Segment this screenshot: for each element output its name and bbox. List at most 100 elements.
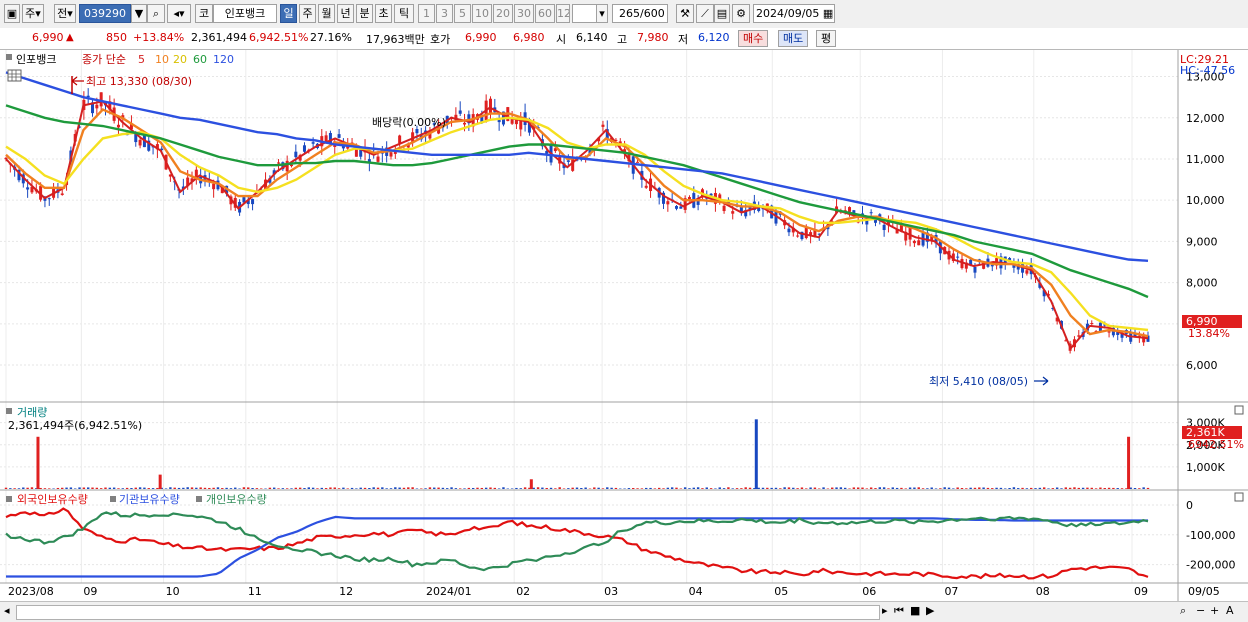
volume-bar — [9, 488, 11, 489]
volume-bar — [1060, 488, 1062, 489]
chevron-down-icon[interactable]: ▾ — [596, 4, 608, 23]
volume-bar — [1104, 488, 1106, 489]
stop-icon[interactable]: ■ — [910, 604, 920, 617]
volume-bar — [78, 487, 80, 489]
interval-120[interactable]: 120 — [556, 4, 570, 23]
stock-code-input[interactable]: 039290 — [79, 4, 131, 23]
sound-icon[interactable]: ◂▾ — [167, 4, 191, 23]
volume-bar — [368, 488, 370, 489]
x-tick-label: 05 — [774, 585, 788, 598]
volume-bar — [463, 488, 465, 489]
interval-60[interactable]: 60 — [535, 4, 555, 23]
holdings-close-icon[interactable] — [1235, 493, 1243, 501]
period-minute[interactable]: 분 — [356, 4, 373, 23]
volume-bar — [442, 488, 444, 489]
search-icon[interactable]: ⌕ — [147, 4, 165, 23]
price-tick-label: 6,000 — [1186, 359, 1218, 372]
volume-close-icon[interactable] — [1235, 406, 1243, 414]
rewind-icon[interactable]: ⏮ — [894, 604, 904, 618]
font-size-icon[interactable]: A — [1226, 604, 1234, 617]
interval-10[interactable]: 10 — [472, 4, 492, 23]
zoom-in-icon[interactable]: + — [1210, 604, 1219, 617]
tools-icon[interactable]: ⚒ — [676, 4, 694, 23]
gear-icon[interactable]: ⚙ — [732, 4, 750, 23]
layout-icon[interactable]: ▣ — [4, 4, 20, 23]
volume-bar — [420, 488, 422, 489]
interval-30[interactable]: 30 — [514, 4, 534, 23]
table-view-icon[interactable] — [8, 70, 21, 81]
candle-body — [973, 267, 976, 273]
volume-bar — [225, 488, 227, 489]
volume-bar — [199, 487, 201, 489]
high-price: 7,980 — [637, 31, 669, 44]
market-select[interactable]: 주▾ — [22, 4, 44, 23]
volume-bar — [502, 487, 504, 489]
volume-bar — [221, 488, 223, 489]
volume-bar — [260, 488, 262, 489]
interval-20[interactable]: 20 — [493, 4, 513, 23]
buy-button[interactable]: 매수 — [738, 30, 768, 47]
volume-bar — [580, 488, 582, 489]
interval-3[interactable]: 3 — [436, 4, 453, 23]
calendar-icon[interactable]: ▦ — [823, 7, 833, 20]
period-month[interactable]: 월 — [318, 4, 335, 23]
period-week[interactable]: 주 — [299, 4, 316, 23]
volume-bar — [390, 488, 392, 489]
volume-bar — [783, 487, 785, 489]
interval-1[interactable]: 1 — [418, 4, 435, 23]
volume-bar — [632, 488, 634, 489]
volume-bar — [342, 488, 344, 489]
volume-bar — [1004, 488, 1006, 489]
x-tick-label: 04 — [689, 585, 703, 598]
volume-bar — [1043, 487, 1045, 489]
dividend-annotation: 배당락(0.00%) — [372, 116, 446, 129]
zoom-out-icon[interactable]: − — [1196, 604, 1205, 617]
scroll-thumb[interactable] — [16, 605, 880, 620]
period-day[interactable]: 일 — [280, 4, 297, 23]
play-icon[interactable]: ▶ — [926, 604, 934, 617]
candle-body — [377, 157, 380, 162]
open-label: 시 — [556, 31, 566, 47]
volume-bar — [282, 488, 284, 489]
low-price: 6,120 — [698, 31, 730, 44]
save-icon[interactable]: ▤ — [714, 4, 730, 23]
volume-bar — [1142, 487, 1144, 489]
volume-bar — [788, 487, 790, 489]
volume-bar — [866, 488, 868, 489]
volume-bar — [195, 488, 197, 489]
volume-bar — [1091, 488, 1093, 489]
volume-bar — [922, 488, 924, 489]
volume-bar — [926, 488, 928, 489]
volume-bar — [982, 487, 984, 489]
volume-bar — [935, 488, 937, 489]
x-tick-label: 07 — [944, 585, 958, 598]
scroll-left-icon[interactable]: ◂ — [4, 604, 10, 617]
volume-bar — [693, 488, 695, 489]
zoom-icon[interactable]: ⌕ — [1180, 604, 1186, 618]
scroll-right-icon[interactable]: ▸ — [882, 604, 888, 617]
volume-bar — [1073, 487, 1075, 489]
candle-body — [277, 162, 280, 163]
last-pct-label: 13.84% — [1188, 327, 1230, 340]
stock-chart[interactable]: 6,0007,0008,0009,00010,00011,00012,00013… — [0, 50, 1248, 601]
volume-bar — [450, 487, 452, 489]
avg-button[interactable]: 평 — [816, 30, 836, 47]
draw-line-icon[interactable]: ⟋ — [696, 4, 714, 23]
candle-body — [1025, 270, 1028, 273]
prev-select[interactable]: 전▾ — [54, 4, 76, 23]
volume-spike-bar — [530, 479, 533, 489]
interval-5[interactable]: 5 — [454, 4, 471, 23]
chart-scrollbar[interactable]: ◂ ▸ ⏮ ■ ▶ ⌕ − + A — [0, 601, 1248, 622]
volume-bar — [740, 488, 742, 489]
product-type[interactable]: 코 — [195, 4, 213, 23]
count-input[interactable]: 265/600 — [612, 4, 668, 23]
sell-button[interactable]: 매도 — [778, 30, 808, 47]
date-input[interactable]: 2024/09/05 ▦ — [753, 4, 835, 23]
volume-bar — [861, 488, 863, 489]
volume-bar — [576, 488, 578, 489]
period-second[interactable]: 초 — [375, 4, 392, 23]
period-tick[interactable]: 틱 — [394, 4, 414, 23]
period-year[interactable]: 년 — [337, 4, 354, 23]
volume-bar — [481, 488, 483, 489]
code-dropdown-icon[interactable]: ▼ — [131, 4, 147, 23]
